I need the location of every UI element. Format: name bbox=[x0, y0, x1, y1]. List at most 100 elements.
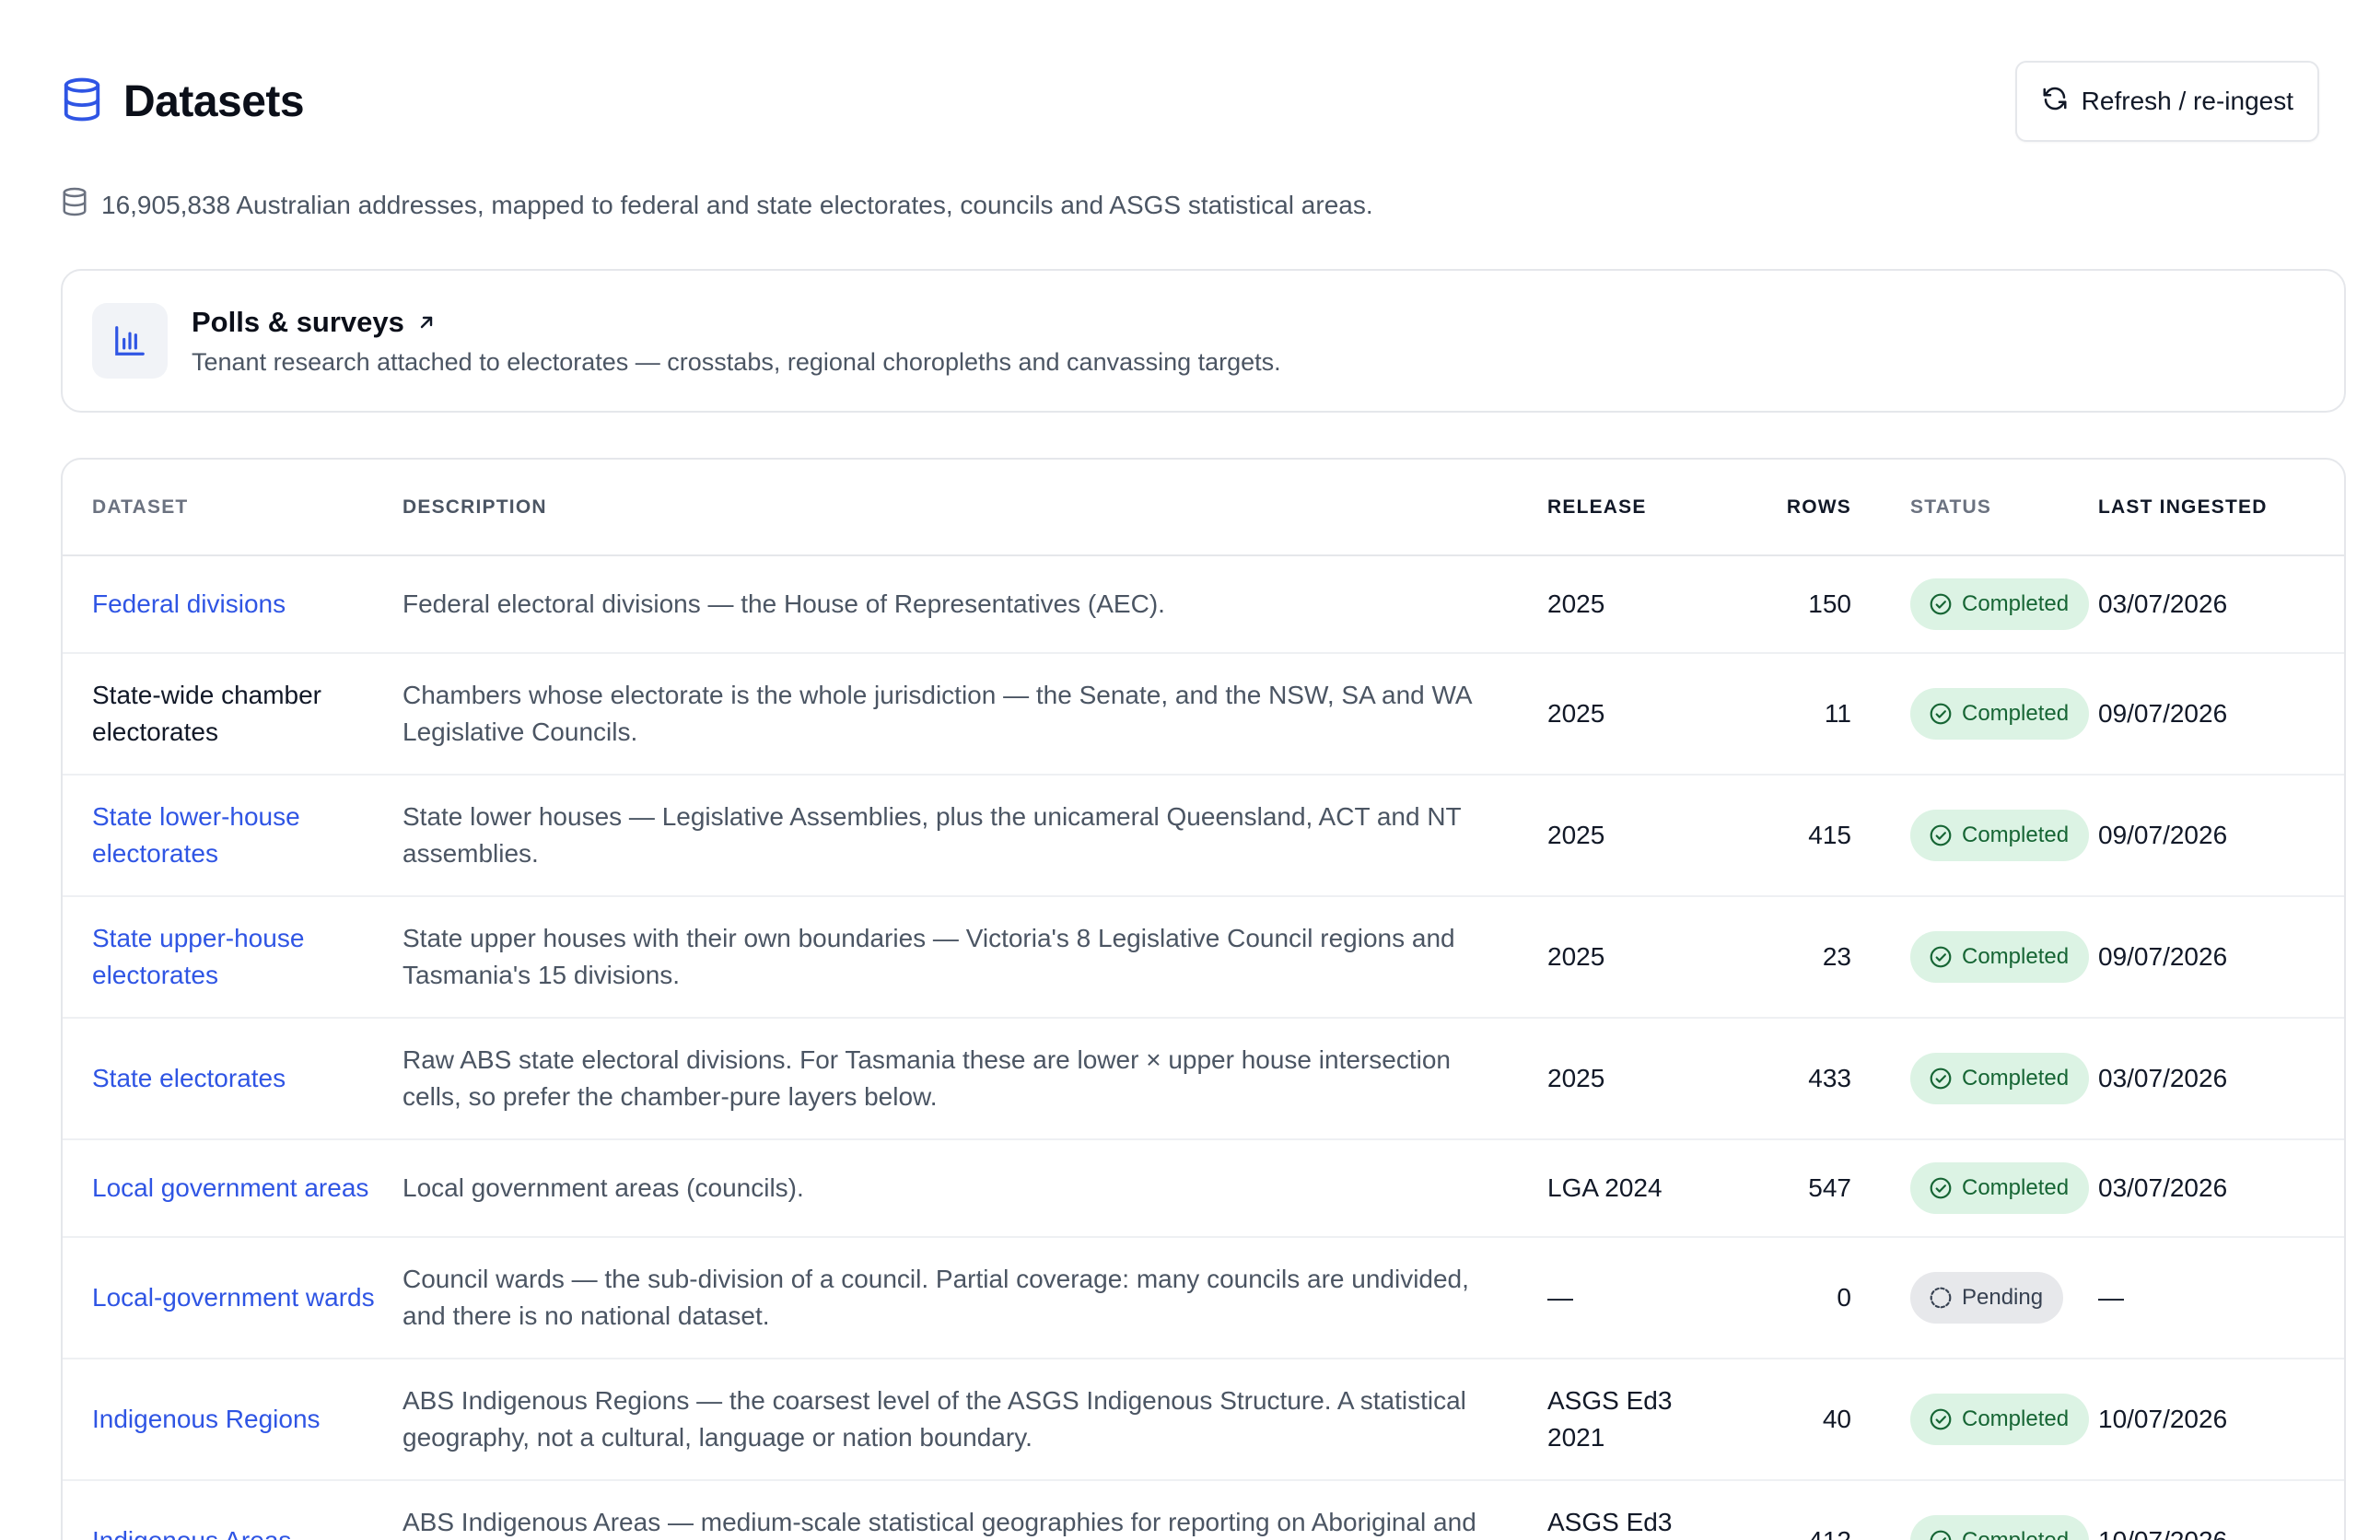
status-label: Pending bbox=[1962, 1285, 2044, 1310]
cell-dataset: Local-government wards bbox=[63, 1237, 402, 1359]
title-group: Datasets bbox=[61, 76, 305, 127]
dashed-circle-icon bbox=[1929, 1286, 1953, 1310]
cell-last-ingested: — bbox=[2098, 1237, 2344, 1359]
status-label: Completed bbox=[1962, 591, 2070, 616]
cell-last-ingested: 10/07/2026 bbox=[2098, 1480, 2344, 1540]
cell-release: 2025 bbox=[1547, 1018, 1732, 1140]
cell-dataset: Indigenous Areas bbox=[63, 1480, 402, 1540]
cell-rows: 11 bbox=[1732, 653, 1851, 776]
table-row[interactable]: Indigenous Regions ABS Indigenous Regions… bbox=[63, 1359, 2344, 1481]
table-row[interactable]: State electorates Raw ABS state electoral… bbox=[63, 1018, 2344, 1140]
datasets-page: Datasets Refresh / re-ingest 16,905,838 … bbox=[0, 0, 2380, 1540]
check-circle-icon bbox=[1929, 702, 1953, 726]
cell-release: — bbox=[1547, 1237, 1732, 1359]
check-circle-icon bbox=[1929, 1176, 1953, 1200]
status-badge: Pending bbox=[1910, 1272, 2064, 1324]
check-circle-icon bbox=[1929, 1067, 1953, 1091]
cell-description: Federal electoral divisions — the House … bbox=[402, 555, 1547, 654]
cell-description: Council wards — the sub-division of a co… bbox=[402, 1237, 1547, 1359]
datasets-table: DATASET DESCRIPTION RELEASE ROWS STATUS … bbox=[63, 460, 2344, 1540]
cell-rows: 40 bbox=[1732, 1359, 1851, 1481]
table-body: Federal divisions Federal electoral divis… bbox=[63, 555, 2344, 1540]
status-label: Completed bbox=[1962, 1522, 2069, 1540]
cell-release: 2025 bbox=[1547, 555, 1732, 654]
check-circle-icon bbox=[1929, 945, 1953, 969]
dataset-name-link[interactable]: State lower-house electorates bbox=[92, 802, 300, 868]
polls-surveys-card[interactable]: Polls & surveys Tenant research attached… bbox=[61, 269, 2346, 413]
cell-description: Raw ABS state electoral divisions. For T… bbox=[402, 1018, 1547, 1140]
cell-description: State lower houses — Legislative Assembl… bbox=[402, 775, 1547, 897]
cell-last-ingested: 10/07/2026 bbox=[2098, 1359, 2344, 1481]
cell-status: Completed bbox=[1851, 775, 2098, 897]
bar-chart-icon bbox=[92, 303, 168, 379]
cell-description: ABS Indigenous Regions — the coarsest le… bbox=[402, 1359, 1547, 1481]
cell-rows: 433 bbox=[1732, 1018, 1851, 1140]
cell-description: Local government areas (councils). bbox=[402, 1139, 1547, 1238]
cell-release: 2025 bbox=[1547, 775, 1732, 897]
cell-release: LGA 2024 bbox=[1547, 1139, 1732, 1238]
dataset-name-link[interactable]: Local government areas bbox=[92, 1173, 368, 1202]
dataset-name-link[interactable]: State upper-house electorates bbox=[92, 924, 304, 989]
status-badge: Completed bbox=[1910, 688, 2090, 740]
cell-dataset: State upper-house electorates bbox=[63, 896, 402, 1019]
table-row[interactable]: Indigenous Areas ABS Indigenous Areas — m… bbox=[63, 1480, 2344, 1540]
polls-title: Polls & surveys bbox=[192, 306, 1281, 339]
cell-status: Completed bbox=[1851, 896, 2098, 1019]
column-header-rows[interactable]: ROWS bbox=[1732, 460, 1851, 556]
cell-status: Pending bbox=[1851, 1237, 2098, 1359]
column-header-status[interactable]: STATUS bbox=[1851, 460, 2098, 556]
table-row[interactable]: Local government areas Local government a… bbox=[63, 1139, 2344, 1238]
table-row[interactable]: State lower-house electorates State lower… bbox=[63, 775, 2344, 897]
dataset-name-link[interactable]: State electorates bbox=[92, 1064, 286, 1092]
cell-status: Completed bbox=[1851, 1139, 2098, 1238]
database-icon bbox=[61, 186, 88, 224]
column-header-last-ingested[interactable]: LAST INGESTED bbox=[2098, 460, 2344, 556]
dataset-name-link[interactable]: Local-government wards bbox=[92, 1283, 375, 1312]
cell-release: 2025 bbox=[1547, 896, 1732, 1019]
column-header-dataset[interactable]: DATASET bbox=[63, 460, 402, 556]
cell-status: Completed bbox=[1851, 1018, 2098, 1140]
arrow-up-right-icon bbox=[417, 306, 436, 339]
status-badge: Completed bbox=[1910, 1394, 2090, 1445]
cell-status: Completed bbox=[1851, 555, 2098, 654]
status-badge: Completed bbox=[1910, 931, 2090, 983]
dataset-name-link[interactable]: Indigenous Regions bbox=[92, 1405, 321, 1433]
summary-text: 16,905,838 Australian addresses, mapped … bbox=[101, 190, 1373, 219]
cell-rows: 412 bbox=[1732, 1480, 1851, 1540]
dataset-name-link[interactable]: Indigenous Areas bbox=[92, 1526, 291, 1540]
cell-dataset: State lower-house electorates bbox=[63, 775, 402, 897]
table-row[interactable]: State-wide chamber electorates Chambers w… bbox=[63, 653, 2344, 776]
table-row[interactable]: Federal divisions Federal electoral divis… bbox=[63, 555, 2344, 654]
status-label: Completed bbox=[1962, 1175, 2070, 1200]
cell-rows: 547 bbox=[1732, 1139, 1851, 1238]
status-badge: Completed bbox=[1910, 1515, 2090, 1540]
refresh-reingest-button[interactable]: Refresh / re-ingest bbox=[2014, 61, 2319, 142]
cell-last-ingested: 03/07/2026 bbox=[2098, 555, 2344, 654]
cell-dataset: Indigenous Regions bbox=[63, 1359, 402, 1481]
check-circle-icon bbox=[1929, 592, 1953, 616]
check-circle-icon bbox=[1929, 1407, 1953, 1431]
dataset-summary: 16,905,838 Australian addresses, mapped … bbox=[61, 186, 1373, 224]
cell-dataset: State electorates bbox=[63, 1018, 402, 1140]
dataset-name-link[interactable]: Federal divisions bbox=[92, 589, 286, 618]
dataset-name: State-wide chamber electorates bbox=[92, 681, 322, 746]
cell-release: 2025 bbox=[1547, 653, 1732, 776]
cell-description: State upper houses with their own bounda… bbox=[402, 896, 1547, 1019]
status-badge: Completed bbox=[1910, 1053, 2090, 1104]
table-row[interactable]: State upper-house electorates State upper… bbox=[63, 896, 2344, 1019]
database-icon bbox=[61, 76, 103, 127]
cell-dataset: State-wide chamber electorates bbox=[63, 653, 402, 776]
cell-status: Completed bbox=[1851, 1480, 2098, 1540]
cell-status: Completed bbox=[1851, 653, 2098, 776]
table-row[interactable]: Local-government wards Council wards — th… bbox=[63, 1237, 2344, 1359]
status-badge: Completed bbox=[1910, 578, 2090, 630]
cell-description: Chambers whose electorate is the whole j… bbox=[402, 653, 1547, 776]
table-header-row: DATASET DESCRIPTION RELEASE ROWS STATUS … bbox=[63, 460, 2344, 556]
status-label: Completed bbox=[1962, 822, 2070, 847]
column-header-release[interactable]: RELEASE bbox=[1547, 460, 1732, 556]
refresh-icon bbox=[2041, 85, 2069, 119]
polls-description: Tenant research attached to electorates … bbox=[192, 347, 1281, 376]
cell-dataset: Federal divisions bbox=[63, 555, 402, 654]
cell-last-ingested: 03/07/2026 bbox=[2098, 1139, 2344, 1238]
polls-title-label: Polls & surveys bbox=[192, 305, 404, 338]
